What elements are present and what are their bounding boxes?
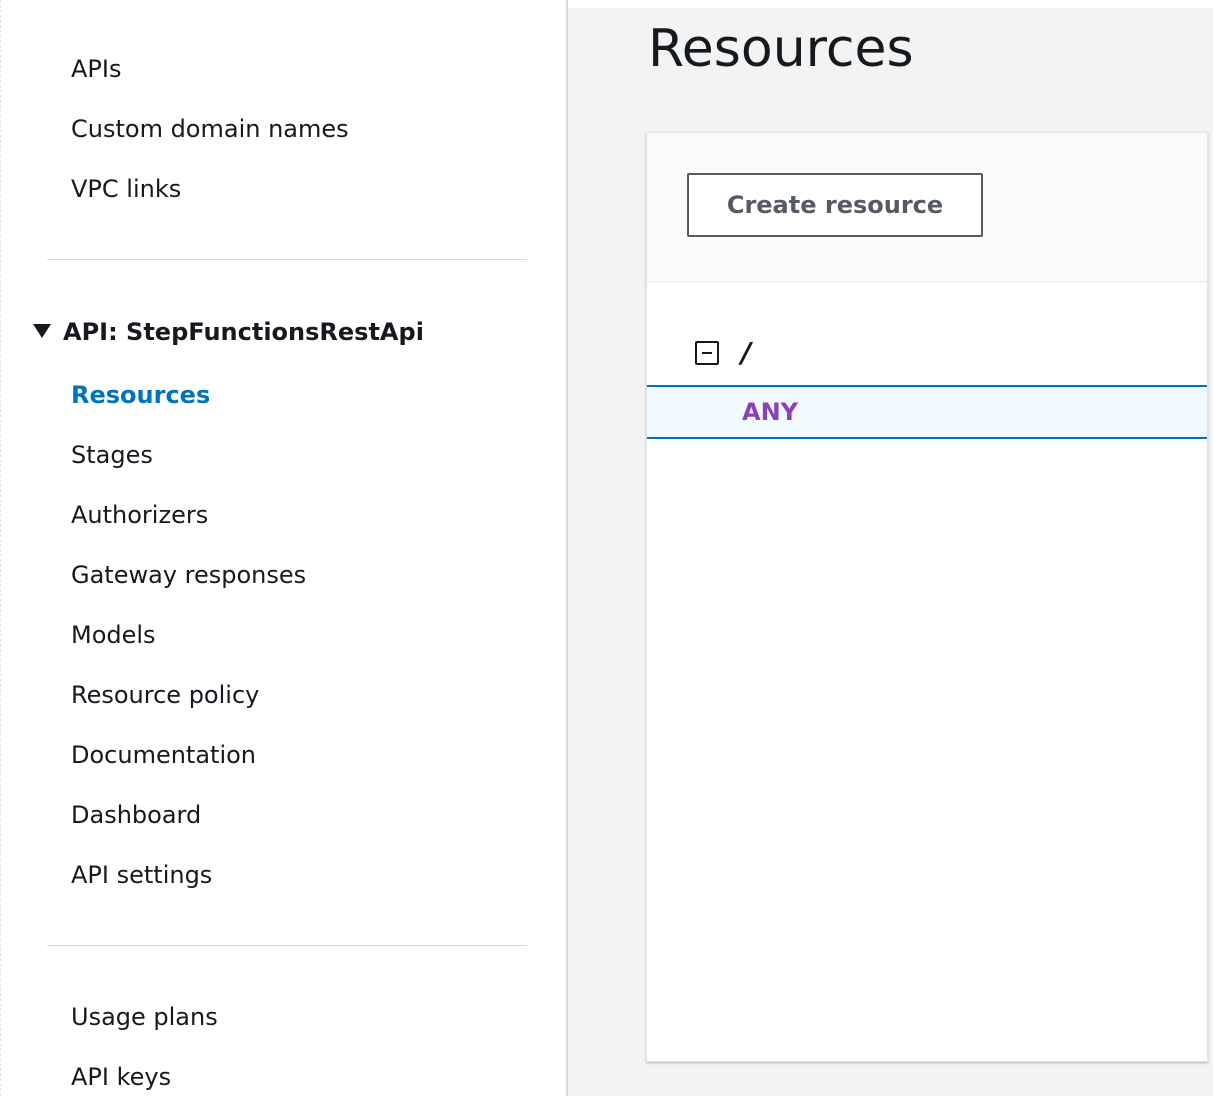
sidebar-item-stages[interactable]: Stages [71, 440, 153, 470]
sidebar-item-models[interactable]: Models [71, 620, 156, 650]
resource-tree-root: / [695, 335, 751, 371]
main-content: Resources Create resource / ANY [566, 0, 1213, 1096]
method-label: ANY [742, 398, 799, 426]
sidebar-item-authorizers[interactable]: Authorizers [71, 500, 208, 530]
top-strip [568, 0, 1213, 8]
sidebar-item-usage-plans[interactable]: Usage plans [71, 1002, 218, 1032]
sidebar-item-api-keys[interactable]: API keys [71, 1062, 171, 1092]
sidebar-item-documentation[interactable]: Documentation [71, 740, 256, 770]
sidebar-item-vpc-links[interactable]: VPC links [71, 174, 181, 204]
sidebar-divider [47, 259, 527, 260]
resources-panel: Create resource / ANY [646, 132, 1208, 1062]
panel-header: Create resource [647, 133, 1207, 282]
sidebar-item-apis[interactable]: APIs [71, 54, 121, 84]
sidebar-item-dashboard[interactable]: Dashboard [71, 800, 201, 830]
caret-down-icon [33, 324, 51, 338]
resource-root-path[interactable]: / [741, 335, 751, 371]
page: APIs Custom domain names VPC links API: … [0, 0, 1213, 1096]
method-row-any[interactable]: ANY [647, 385, 1207, 439]
page-title: Resources [648, 19, 914, 79]
sidebar-item-api-settings[interactable]: API settings [71, 860, 212, 890]
sidebar-item-gateway-responses[interactable]: Gateway responses [71, 560, 306, 590]
sidebar-divider [47, 945, 527, 946]
api-section-toggle[interactable]: API: StepFunctionsRestApi [33, 316, 424, 348]
create-resource-button[interactable]: Create resource [687, 173, 983, 237]
sidebar-item-resource-policy[interactable]: Resource policy [71, 680, 259, 710]
sidebar-nav: APIs Custom domain names VPC links API: … [0, 0, 566, 1096]
collapse-icon[interactable] [695, 341, 719, 365]
sidebar-item-resources[interactable]: Resources [71, 380, 210, 410]
sidebar-item-custom-domain-names[interactable]: Custom domain names [71, 114, 349, 144]
api-section-title: API: StepFunctionsRestApi [63, 318, 424, 346]
